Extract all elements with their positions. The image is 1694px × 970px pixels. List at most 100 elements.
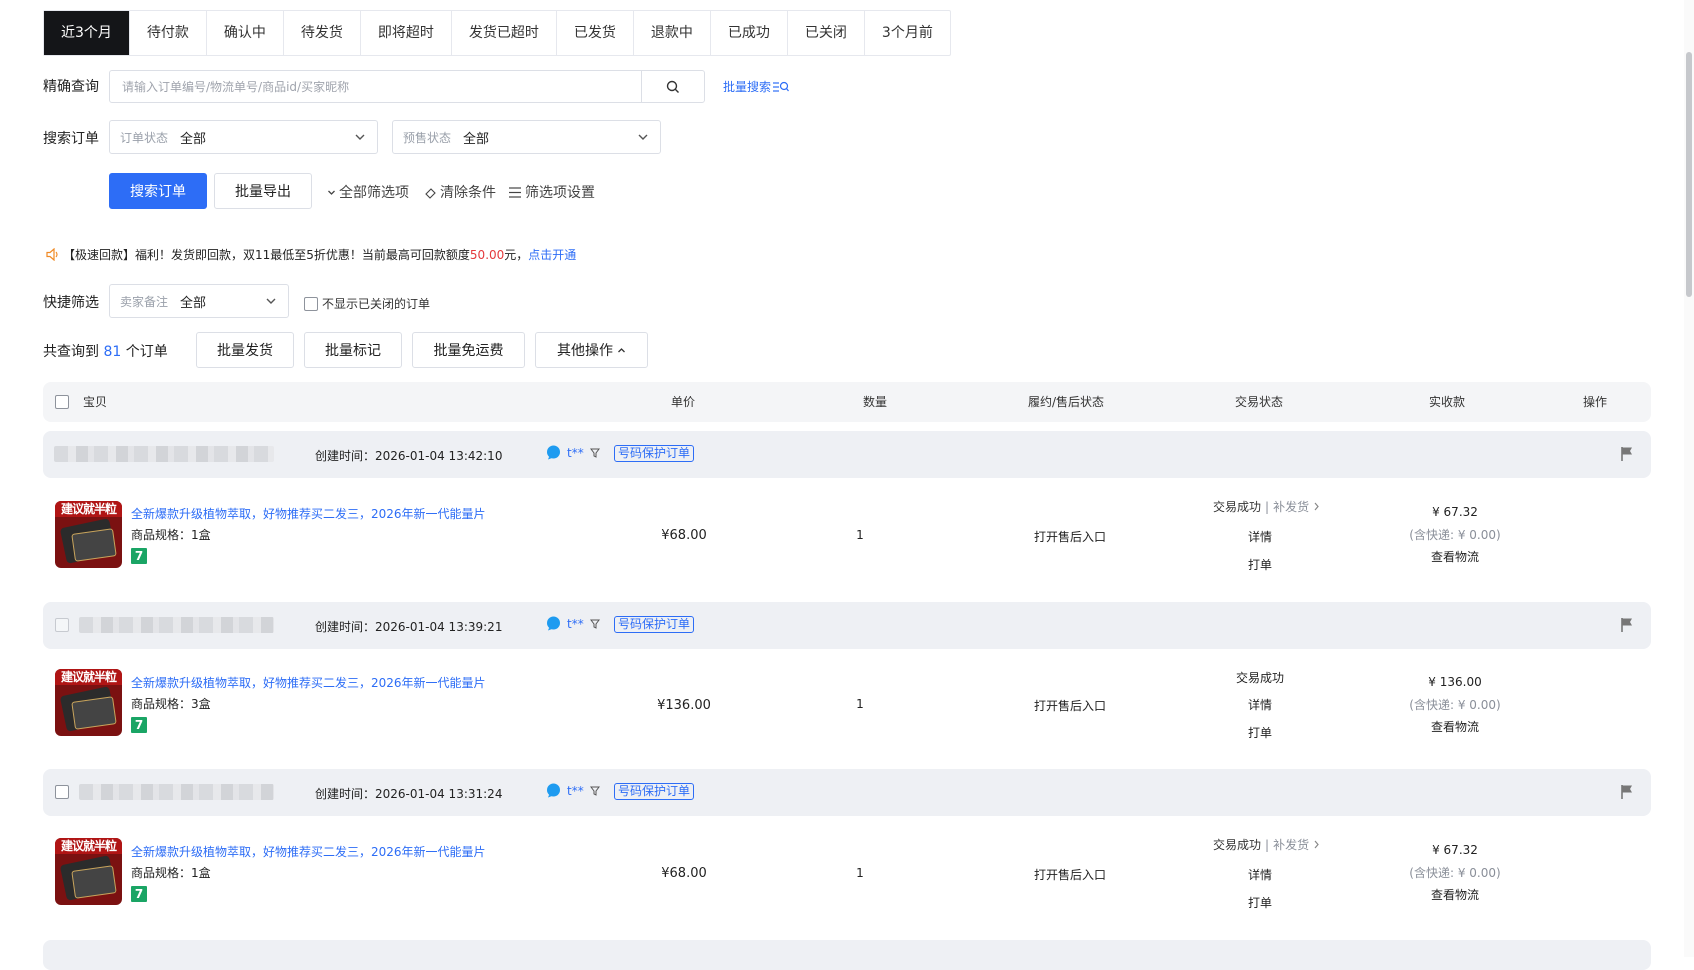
product-title-link[interactable]: 全新爆款升级植物萃取，好物推荐买二发三，2026年新一代能量片 [131,843,486,860]
tab-recent-3-months[interactable]: 近3个月 [44,11,130,55]
received-amount: ¥ 136.00 [1428,675,1482,689]
flag-icon[interactable] [1620,617,1634,633]
shipping-fee-note: (含快递: ¥ 0.00) [1409,698,1501,712]
order-detail-link[interactable]: 详情 [1240,696,1280,713]
after-sale-entry-link[interactable]: 打开售后入口 [1020,697,1120,714]
product-thumbnail[interactable]: 建议就半粒 [55,501,122,568]
reship-link[interactable]: 补发货 [1273,498,1309,515]
batch-mark-button[interactable]: 批量标记 [304,332,402,368]
col-quantity: 数量 [863,395,888,409]
view-logistics-link[interactable]: 查看物流 [1400,718,1510,735]
other-operations-label: 其他操作 [557,343,613,359]
tab-before-3-months[interactable]: 3个月前 [865,11,950,55]
order-number-blurred [54,446,274,462]
order-select-checkbox[interactable] [55,785,69,799]
order-number-blurred [79,784,274,800]
quick-filter-label: 快捷筛选 [43,295,99,311]
col-operations: 操作 [1583,395,1608,409]
notice-unit: 元， [504,248,529,262]
hide-closed-checkbox[interactable] [304,296,318,311]
filter-icon [589,448,600,458]
reship-link[interactable]: 补发货 [1273,836,1309,853]
scrollbar-thumb[interactable] [1686,52,1692,297]
search-icon [666,80,679,93]
buyer-info[interactable]: t** [546,616,600,631]
quantity: 1 [856,866,864,880]
vertical-scrollbar[interactable] [1684,0,1694,957]
batch-export-button[interactable]: 批量导出 [214,173,312,209]
seller-remark-select[interactable]: 卖家备注 全部 [109,284,289,318]
hide-closed-orders-option[interactable]: 不显示已关闭的订单 [304,295,430,312]
tab-refunding[interactable]: 退款中 [634,11,711,55]
tab-to-ship[interactable]: 待发货 [284,11,361,55]
trade-status-line: 交易成功 | 补发货 [1213,498,1320,515]
all-filters-label: 全部筛选项 [339,185,409,201]
trade-status-line: 交易成功 | 补发货 [1213,836,1320,853]
print-order-link[interactable]: 打单 [1240,556,1280,573]
chevron-up-icon [618,347,625,352]
unit-price: ¥68.00 [661,866,707,881]
order-created-time: 创建时间：2026-01-04 13:42:10 [315,449,503,463]
tab-about-to-timeout[interactable]: 即将超时 [361,11,452,55]
after-sale-entry-link[interactable]: 打开售后入口 [1020,866,1120,883]
order-detail-link[interactable]: 详情 [1240,528,1280,545]
product-spec: 商品规格：1盒 [131,528,211,542]
order-status-prefix: 订单状态 [120,130,169,145]
after-sale-entry-link[interactable]: 打开售后入口 [1020,528,1120,545]
search-orders-button[interactable]: 搜索订单 [109,173,207,209]
seven-day-return-badge: 7 [131,717,147,733]
tab-ship-timeout[interactable]: 发货已超时 [452,11,557,55]
order-created-time: 创建时间：2026-01-04 13:31:24 [315,787,503,801]
view-logistics-link[interactable]: 查看物流 [1400,886,1510,903]
filter-icon [589,619,600,629]
search-order-label: 搜索订单 [43,131,99,147]
presale-status-select[interactable]: 预售状态 全部 [392,120,661,154]
tab-success[interactable]: 已成功 [711,11,788,55]
tab-closed[interactable]: 已关闭 [788,11,865,55]
notice-activate-link[interactable]: 点击开通 [528,246,576,263]
flag-icon[interactable] [1620,446,1634,462]
batch-free-shipping-button[interactable]: 批量免运费 [412,332,525,368]
print-order-link[interactable]: 打单 [1240,894,1280,911]
trade-status: 交易成功 [1213,838,1262,852]
notice-text: 【极速回款】福利！发货即回款，双11最低至5折优惠！当前最高可回款额度 [63,248,470,262]
product-title-link[interactable]: 全新爆款升级植物萃取，好物推荐买二发三，2026年新一代能量片 [131,674,486,691]
order-select-checkbox[interactable] [55,618,69,632]
order-tabs: 近3个月 待付款 确认中 待发货 即将超时 发货已超时 已发货 退款中 已成功 … [43,10,951,56]
all-filters-toggle[interactable]: 全部筛选项 [327,182,409,202]
tab-pending-payment[interactable]: 待付款 [130,11,207,55]
product-thumbnail[interactable]: 建议就半粒 [55,669,122,736]
select-all-checkbox[interactable] [55,395,69,409]
thumbnail-text: 建议就半粒 [55,838,122,854]
chat-icon [547,616,560,631]
order-created-time: 创建时间：2026-01-04 13:39:21 [315,620,503,634]
order-status-select[interactable]: 订单状态 全部 [109,120,378,154]
flag-icon[interactable] [1620,784,1634,800]
clear-conditions-button[interactable]: 清除条件 [424,182,496,202]
search-button[interactable] [641,71,704,102]
buyer-nick: t** [567,616,584,631]
tab-confirming[interactable]: 确认中 [207,11,284,55]
col-item: 宝贝 [83,395,108,409]
eraser-icon [425,187,436,199]
order-detail-link[interactable]: 详情 [1240,866,1280,883]
tab-shipped[interactable]: 已发货 [557,11,634,55]
batch-search-link[interactable]: 批量搜索 [723,78,789,95]
buyer-info[interactable]: t** [546,783,600,798]
trade-status: 交易成功 [1235,671,1284,685]
view-logistics-link[interactable]: 查看物流 [1400,548,1510,565]
chevron-down-icon [266,298,276,304]
print-order-link[interactable]: 打单 [1240,724,1280,741]
product-spec: 商品规格：3盒 [131,697,211,711]
speaker-icon [46,248,58,261]
product-thumbnail[interactable]: 建议就半粒 [55,838,122,905]
other-operations-button[interactable]: 其他操作 [535,332,648,368]
clear-conditions-label: 清除条件 [440,185,496,201]
filter-settings-button[interactable]: 筛选项设置 [509,182,595,202]
product-title-link[interactable]: 全新爆款升级植物萃取，好物推荐买二发三，2026年新一代能量片 [131,505,486,522]
buyer-info[interactable]: t** [546,445,600,460]
filter-icon [589,786,600,796]
phone-protect-tag: 号码保护订单 [614,445,695,462]
batch-ship-button[interactable]: 批量发货 [196,332,294,368]
exact-search-input[interactable] [110,71,640,102]
